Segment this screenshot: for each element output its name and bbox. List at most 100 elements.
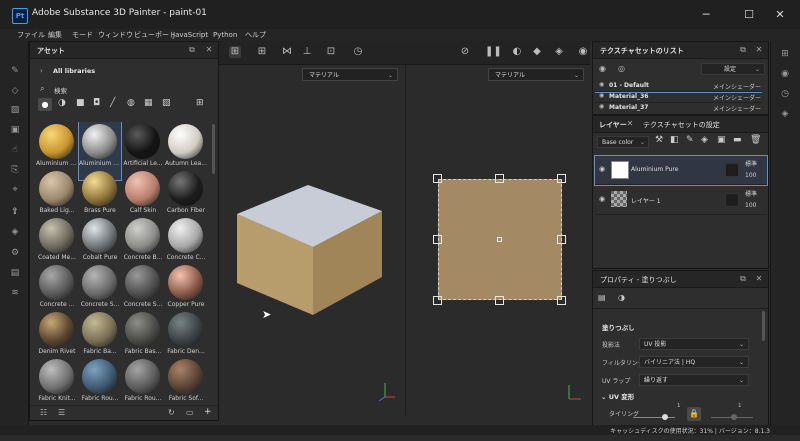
grid-layout-icon[interactable]: ⊞ [229, 46, 241, 58]
menu-window[interactable]: ウィンドウ [98, 29, 133, 41]
effect-icon[interactable]: ⚒ [655, 135, 663, 145]
lock-icon[interactable]: 🔒 [687, 407, 701, 421]
mask-slot[interactable] [725, 163, 739, 177]
history-icon[interactable]: ◷ [780, 89, 790, 99]
paint-brush-icon[interactable]: ✎ [10, 66, 20, 76]
smart-material-filter-icon[interactable]: ◑ [58, 98, 66, 108]
mirror-icon[interactable]: ⋈ [281, 46, 293, 58]
eye-icon[interactable]: ◉ [599, 165, 605, 173]
blend-mode[interactable]: 標準 [745, 159, 757, 168]
symmetry-icon[interactable]: ⊥ [301, 46, 313, 58]
layer-name[interactable]: Aluminium Pure [631, 166, 678, 173]
hide-uv-icon[interactable]: ⊘ [459, 46, 471, 58]
mask-filter-icon[interactable]: ◘ [93, 98, 100, 108]
mask-slot[interactable] [725, 193, 739, 207]
layers-stack-icon[interactable]: ≋ [10, 288, 20, 298]
eye-icon[interactable]: ◉ [599, 103, 604, 110]
pause-icon[interactable]: ❚❚ [485, 46, 502, 58]
property-select[interactable]: 繰り返す ⌄ [639, 374, 749, 386]
tab-layers[interactable]: レイヤー [599, 120, 627, 130]
close-panel-icon[interactable]: ✕ [754, 274, 764, 284]
library-path[interactable]: All libraries [53, 67, 95, 75]
close-panel-icon[interactable]: ✕ [204, 45, 214, 55]
shader-settings-icon[interactable]: ◈ [780, 109, 790, 119]
undock-icon[interactable]: ⧉ [738, 45, 748, 55]
eye-icon[interactable]: ◉ [599, 64, 606, 73]
list-filter-icon[interactable]: ☷ [40, 408, 47, 417]
smudge-icon[interactable]: ☝ [10, 145, 20, 155]
asset-scrollbar[interactable] [212, 124, 215, 174]
frame-icon[interactable]: ⊡ [325, 46, 337, 58]
transform-handle[interactable] [495, 174, 504, 183]
menu-python[interactable]: Python [213, 29, 237, 41]
brush-filter-icon[interactable]: ╱ [110, 98, 115, 108]
uv-transform-section[interactable]: ⌄ UV 変形 [601, 391, 634, 401]
tiling-slider-thumb[interactable] [662, 414, 668, 420]
blend-mode[interactable]: 標準 [745, 189, 757, 198]
fill-layer-icon[interactable]: ◈ [701, 135, 708, 145]
layer-row[interactable]: ◉ Aluminium Pure 標準 100 [594, 155, 768, 186]
history-icon[interactable]: ◷ [352, 46, 364, 58]
asset-tile[interactable]: Fabric Rou... [122, 357, 164, 404]
paint-layer-icon[interactable]: ✎ [686, 135, 694, 145]
search-input[interactable]: 検索 [54, 85, 67, 95]
close-button[interactable]: ✕ [760, 5, 800, 25]
viewport-2d-channel-select[interactable]: マテリアル ⌄ [488, 68, 584, 81]
delete-icon[interactable]: 🗑 [750, 135, 761, 145]
grid-view-icon[interactable]: ⊞ [196, 98, 204, 108]
polygon-fill-icon[interactable]: ▣ [10, 125, 20, 135]
particle-filter-icon[interactable]: ◍ [127, 98, 135, 108]
folder-icon[interactable]: ▬ [733, 135, 742, 145]
eye-outline-icon[interactable]: ◎ [618, 64, 625, 73]
bake-icon[interactable]: ◈ [10, 227, 20, 237]
menu-viewport[interactable]: ビューポート [134, 29, 176, 41]
transform-handle[interactable] [557, 174, 566, 183]
view-mode-icon[interactable]: ◈ [553, 46, 565, 58]
tiling-slider-2-thumb[interactable] [731, 414, 737, 420]
environment-filter-icon[interactable]: ▨ [162, 98, 171, 108]
property-select[interactable]: バイリニア法 | HQ ⌄ [639, 356, 749, 368]
export-icon[interactable]: ⇪ [10, 207, 20, 217]
display-mode-icon[interactable]: ◐ [511, 46, 523, 58]
grid-dropdown-icon[interactable]: ⊞ [256, 46, 268, 58]
material-filter-icon[interactable]: ● [38, 98, 52, 111]
projection-icon[interactable]: ▧ [10, 105, 20, 115]
transform-handle[interactable] [433, 235, 442, 244]
transform-handle[interactable] [557, 296, 566, 305]
undock-icon[interactable]: ⧉ [187, 45, 197, 55]
asset-tile[interactable]: Fabric Knit... [36, 357, 78, 404]
layer-row[interactable]: ◉ レイヤー 1 標準 100 [595, 186, 767, 215]
alpha-filter-icon[interactable]: ▦ [144, 98, 153, 108]
undock-icon[interactable]: ⧉ [738, 274, 748, 284]
chevron-right-icon[interactable]: › [40, 67, 43, 75]
add-icon[interactable]: + [204, 407, 212, 417]
eraser-icon[interactable]: ◇ [10, 86, 20, 96]
channel-select[interactable]: Base color ⌄ [597, 136, 649, 148]
properties-scrollbar[interactable] [762, 311, 765, 341]
asset-tile[interactable]: Fabric Sof... [165, 357, 207, 404]
mask-icon[interactable]: ◧ [670, 135, 679, 145]
camera-cube-icon[interactable]: ◆ [531, 46, 543, 58]
menu-edit[interactable]: 編集 [48, 29, 62, 41]
fill-properties-icon[interactable]: ▤ [598, 293, 606, 302]
refresh-icon[interactable]: ↻ [168, 408, 175, 417]
display-settings-icon[interactable]: ◉ [780, 69, 790, 79]
tiling-slider[interactable] [633, 417, 675, 418]
transform-handle[interactable] [495, 296, 504, 305]
minimize-button[interactable]: ─ [686, 5, 726, 25]
property-select[interactable]: UV 投影 ⌄ [639, 338, 749, 350]
picker-icon[interactable]: ⌖ [10, 185, 20, 195]
transform-center[interactable] [497, 237, 502, 242]
transform-handle[interactable] [557, 235, 566, 244]
layer-opacity[interactable]: 100 [745, 202, 756, 209]
eye-icon[interactable]: ◉ [599, 195, 605, 203]
menu-javascript[interactable]: JavaScript [173, 29, 208, 41]
tab-texture-set-settings[interactable]: テクスチャセットの設定 [643, 120, 720, 130]
texture-set-icon[interactable]: ⊞ [780, 49, 790, 59]
viewport-3d[interactable] [219, 65, 404, 415]
menu-help[interactable]: ヘルプ [245, 29, 266, 41]
new-filter-icon[interactable]: ☰ [58, 408, 65, 417]
transform-handle[interactable] [433, 174, 442, 183]
clone-icon[interactable]: ⎘ [10, 165, 20, 175]
texture-set-row[interactable]: ◉ Material_37 メインシェーダー [595, 102, 762, 112]
